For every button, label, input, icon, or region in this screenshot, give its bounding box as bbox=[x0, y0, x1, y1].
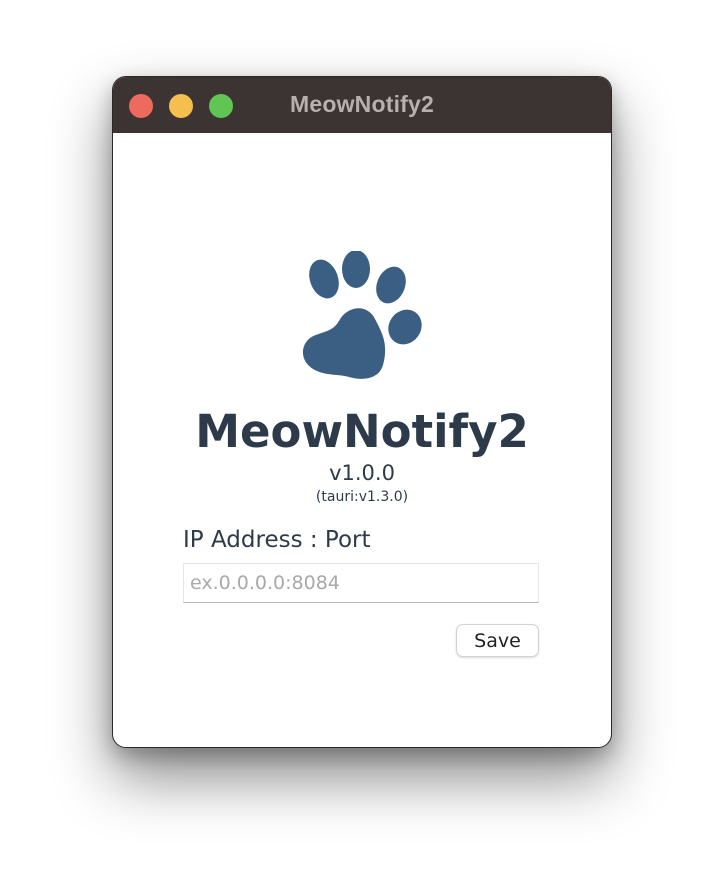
ip-port-input[interactable] bbox=[183, 563, 539, 603]
window-title: MeowNotify2 bbox=[289, 91, 435, 117]
save-button[interactable]: Save bbox=[456, 624, 539, 657]
app-name: MeowNotify2 bbox=[195, 405, 529, 458]
paw-icon bbox=[302, 251, 422, 379]
app-window: MeowNotify2 MeowNotify2 v1.0.0 (tauri:v1… bbox=[112, 76, 612, 748]
ip-port-label: IP Address : Port bbox=[183, 527, 371, 553]
framework-version: (tauri:v1.3.0) bbox=[315, 489, 409, 505]
title-bar[interactable]: MeowNotify2 bbox=[113, 77, 611, 133]
main-content: MeowNotify2 v1.0.0 (tauri:v1.3.0) IP Add… bbox=[113, 133, 611, 747]
app-version: v1.0.0 bbox=[329, 461, 395, 485]
